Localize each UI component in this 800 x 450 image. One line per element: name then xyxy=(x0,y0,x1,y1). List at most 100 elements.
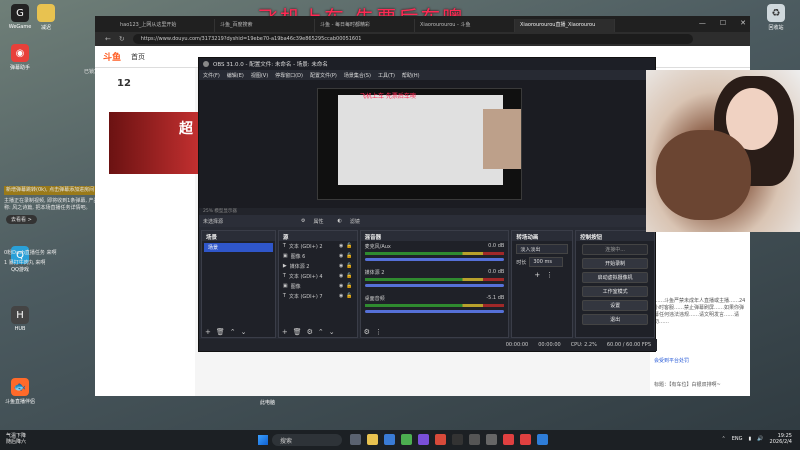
menu-file[interactable]: 文件(F) xyxy=(203,72,220,79)
edge-icon[interactable] xyxy=(384,434,395,445)
eye-icon[interactable]: ◉ xyxy=(339,253,343,259)
virtual-camera-button[interactable]: 启动虚拟摄像机 xyxy=(582,272,648,283)
add-icon[interactable]: + xyxy=(205,328,211,336)
properties-button[interactable]: 属性 xyxy=(314,218,324,225)
lock-icon[interactable]: 🔓 xyxy=(346,273,352,279)
add-icon[interactable]: + xyxy=(282,328,288,336)
browser-tab-active[interactable]: Xiaorourourou直播_Xiaorourou xyxy=(515,19,615,32)
menu-edit[interactable]: 编辑(E) xyxy=(227,72,244,79)
eye-icon[interactable]: ◉ xyxy=(339,293,343,299)
taskbar-search[interactable]: 搜索 xyxy=(272,434,342,446)
volume-fader[interactable] xyxy=(364,258,505,261)
close-icon[interactable]: ✕ xyxy=(740,19,746,27)
desktop-icon-folder[interactable]: 减迟 xyxy=(26,4,66,31)
source-item[interactable]: ▣ 图像 ◉ 🔓 xyxy=(279,281,357,291)
browser-tab[interactable]: Xiaorourourou - 斗鱼 xyxy=(415,19,515,32)
preview-zoom-status: 25% 模型显示器 xyxy=(199,208,657,215)
gear-icon[interactable]: ⚙ xyxy=(301,218,305,224)
minimize-icon[interactable]: — xyxy=(699,19,706,27)
back-icon[interactable]: ← xyxy=(105,35,111,43)
more-icon[interactable]: ⋮ xyxy=(546,271,553,279)
menu-profile[interactable]: 配置文件(P) xyxy=(310,72,337,79)
desktop-icon-recycle-bin[interactable]: ♻ 回收站 xyxy=(756,4,796,31)
eye-icon[interactable]: ◉ xyxy=(339,243,343,249)
start-recording-button[interactable]: 开始录制 xyxy=(582,258,648,269)
transition-duration-input[interactable]: 300 ms xyxy=(529,257,564,267)
obs-icon[interactable] xyxy=(469,434,480,445)
arrow-down-icon[interactable]: ⌄ xyxy=(241,328,247,336)
volume-fader[interactable] xyxy=(364,310,505,313)
arrow-up-icon[interactable]: ⌃ xyxy=(318,328,324,336)
task-view-icon[interactable] xyxy=(350,434,361,445)
qq-icon[interactable] xyxy=(537,434,548,445)
arrow-down-icon[interactable]: ⌄ xyxy=(329,328,335,336)
trash-icon[interactable]: 🗑 xyxy=(216,328,225,336)
weather-widget[interactable]: 气温下降 随后降六 xyxy=(6,433,26,445)
browser-tab[interactable]: hao123_上网从这里开始 xyxy=(115,19,215,32)
scene-item[interactable]: 场景 xyxy=(204,243,273,252)
menu-docks[interactable]: 停靠窗口(D) xyxy=(275,72,303,79)
studio-mode-button[interactable]: 工作室模式 xyxy=(582,286,648,297)
menu-help[interactable]: 帮助(H) xyxy=(402,72,420,79)
eye-icon[interactable]: ◉ xyxy=(339,283,343,289)
nav-home[interactable]: 首页 xyxy=(131,52,145,62)
more-icon[interactable]: ⋮ xyxy=(375,328,382,336)
source-item[interactable]: T 文本 (GDI+) 4 ◉ 🔓 xyxy=(279,271,357,281)
refresh-icon[interactable]: ↻ xyxy=(119,35,125,43)
menu-scene-collection[interactable]: 场景集合(S) xyxy=(344,72,371,79)
douyu-icon[interactable] xyxy=(503,434,514,445)
lock-icon[interactable]: 🔓 xyxy=(346,253,352,259)
source-item[interactable]: T 文本 (GDI+) 7 ◉ 🔓 xyxy=(279,291,357,301)
exit-button[interactable]: 退出 xyxy=(582,314,648,325)
source-item[interactable]: ▣ 图像 6 ◉ 🔓 xyxy=(279,251,357,261)
gear-icon[interactable]: ⚙ xyxy=(307,328,313,336)
volume-fader[interactable] xyxy=(364,284,505,287)
room-notice: ……斗鱼严禁未成年人直播或主播……24小时客服……禁止弹幕刷屏……如果你弹幕任何… xyxy=(654,298,746,325)
app-icon[interactable] xyxy=(486,434,497,445)
add-icon[interactable]: + xyxy=(534,271,540,279)
windows-start-icon[interactable] xyxy=(258,435,268,445)
url-input[interactable]: https://www.douyu.com/3173219?dyshid=19e… xyxy=(132,34,693,44)
image-source-icon: ▣ xyxy=(282,253,288,259)
desktop-icon-douyu-companion[interactable]: 🐟 斗鱼直播伴侣 xyxy=(0,378,40,405)
file-explorer-icon[interactable] xyxy=(367,434,378,445)
arrow-up-icon[interactable]: ⌃ xyxy=(230,328,236,336)
menu-tools[interactable]: 工具(T) xyxy=(378,72,395,79)
chevron-up-icon[interactable]: ⌃ xyxy=(722,436,726,442)
wegame-icon[interactable] xyxy=(435,434,446,445)
system-clock[interactable]: 19:25 2026/2/4 xyxy=(770,433,792,445)
eye-icon[interactable]: ◉ xyxy=(339,273,343,279)
filters-button[interactable]: 滤镜 xyxy=(350,218,360,225)
obs-preview[interactable]: 飞机上车 先票后车噢 xyxy=(199,80,657,208)
eye-icon[interactable]: ◉ xyxy=(339,263,343,269)
trash-icon[interactable]: 🗑 xyxy=(293,328,302,336)
menu-view[interactable]: 视图(V) xyxy=(251,72,268,79)
gear-icon[interactable]: ⚙ xyxy=(364,328,370,336)
scenes-dock: 场景 场景 + 🗑 ⌃ ⌄ xyxy=(201,230,276,338)
app-icon[interactable] xyxy=(452,434,463,445)
maximize-icon[interactable]: ☐ xyxy=(720,19,726,27)
danmaku-icon[interactable] xyxy=(520,434,531,445)
volume-icon[interactable]: 🔊 xyxy=(757,436,763,442)
room-notice-link[interactable]: 会受到平台处罚 xyxy=(650,358,750,365)
source-item[interactable]: ▶ 媒体源 2 ◉ 🔓 xyxy=(279,261,357,271)
recycle-bin-icon: ♻ xyxy=(767,4,785,22)
language-indicator[interactable]: ENG xyxy=(732,436,743,442)
settings-button[interactable]: 设置 xyxy=(582,300,648,311)
lock-icon[interactable]: 🔓 xyxy=(346,283,352,289)
webcam-dog xyxy=(656,130,751,220)
source-item[interactable]: T 文本 (GDI+) 2 ◉ 🔓 xyxy=(279,241,357,251)
transition-type-select[interactable]: 淡入淡出 xyxy=(516,244,569,254)
browser-tab[interactable]: 斗鱼_百度搜索 xyxy=(215,19,315,32)
browser-tab[interactable]: 斗鱼 - 每日每时都精彩 xyxy=(315,19,415,32)
network-icon[interactable]: ▮ xyxy=(749,436,752,442)
lock-icon[interactable]: 🔓 xyxy=(346,293,352,299)
filter-icon[interactable]: ◐ xyxy=(338,218,342,224)
lock-icon[interactable]: 🔓 xyxy=(346,243,352,249)
douyu-logo[interactable]: 斗鱼 xyxy=(103,50,121,63)
chat-go-button[interactable]: 去看看 > xyxy=(6,215,37,224)
lock-icon[interactable]: 🔓 xyxy=(346,263,352,269)
teams-icon[interactable] xyxy=(418,434,429,445)
app-icon[interactable] xyxy=(401,434,412,445)
obs-title-bar: OBS 31.0.0 - 配置文件: 未命名 - 场景: 未命名 xyxy=(199,58,655,70)
